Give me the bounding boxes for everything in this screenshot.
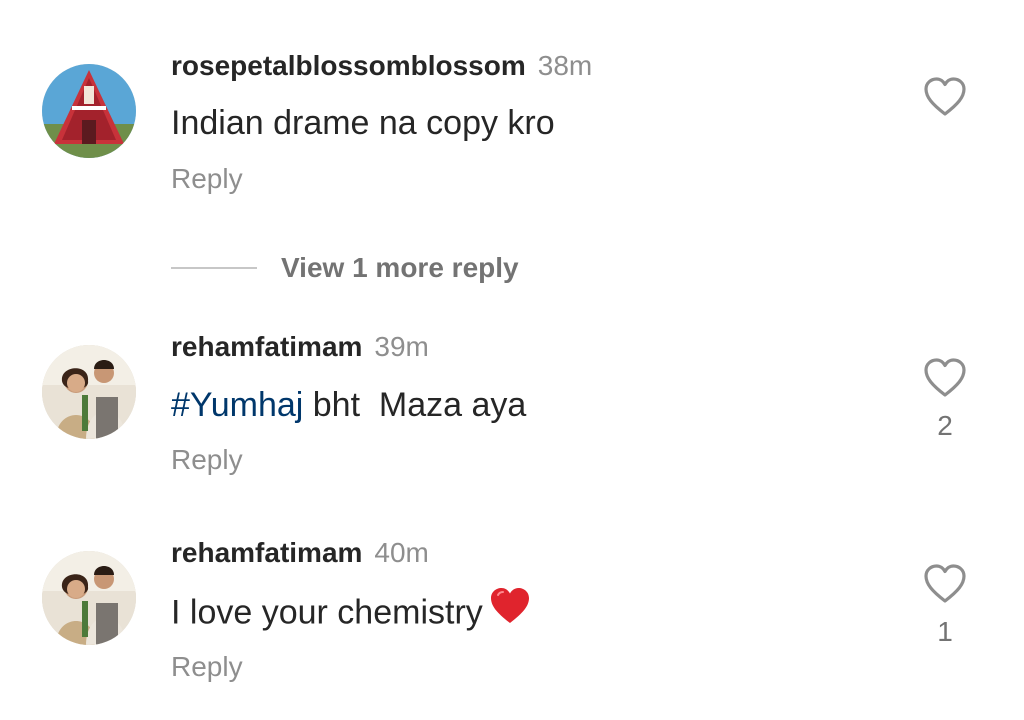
avatar[interactable] bbox=[42, 64, 136, 158]
comment-username[interactable]: rehamfatimam 39m bbox=[171, 331, 429, 363]
view-more-replies-label[interactable]: View 1 more reply bbox=[281, 252, 519, 284]
comment-username[interactable]: rehamfatimam 40m bbox=[171, 537, 429, 569]
like-button[interactable] bbox=[922, 357, 968, 399]
comment-text: #Yumhaj bht Maza aya bbox=[171, 386, 526, 425]
red-heart-emoji bbox=[489, 587, 531, 634]
comment-time: 39m bbox=[374, 331, 429, 362]
reply-button[interactable]: Reply bbox=[171, 163, 243, 195]
like-button[interactable] bbox=[922, 563, 968, 605]
username-text[interactable]: rehamfatimam bbox=[171, 537, 362, 568]
like-button[interactable] bbox=[922, 76, 968, 118]
username-text[interactable]: rosepetalblossomblossom bbox=[171, 50, 526, 81]
like-count: 2 bbox=[937, 410, 953, 441]
comment-text-body: I love your chemistry bbox=[171, 593, 483, 632]
reply-button[interactable]: Reply bbox=[171, 444, 243, 476]
avatar-image bbox=[42, 345, 136, 439]
comment-text: Indian drame na copy kro bbox=[171, 104, 555, 142]
comment-text-body: bht Maza aya bbox=[303, 386, 527, 424]
heart-outline-icon bbox=[924, 358, 966, 397]
avatar[interactable] bbox=[42, 551, 136, 645]
view-more-replies-button[interactable]: View 1 more reply bbox=[171, 250, 519, 286]
divider-line bbox=[171, 267, 257, 269]
heart-outline-icon bbox=[924, 564, 966, 603]
comment-username[interactable]: rosepetalblossomblossom 38m bbox=[171, 50, 592, 82]
comment-text: I love your chemistry bbox=[171, 588, 531, 638]
heart-outline-icon bbox=[924, 77, 966, 116]
comment-time: 38m bbox=[537, 50, 593, 81]
like-count: 1 bbox=[937, 616, 953, 647]
reply-button[interactable]: Reply bbox=[171, 651, 243, 683]
avatar-image bbox=[42, 551, 136, 645]
username-text[interactable]: rehamfatimam bbox=[171, 331, 362, 362]
hashtag-link[interactable]: #Yumhaj bbox=[171, 386, 303, 424]
comment-time: 40m bbox=[374, 537, 429, 568]
avatar[interactable] bbox=[42, 345, 136, 439]
avatar-image bbox=[42, 64, 136, 158]
